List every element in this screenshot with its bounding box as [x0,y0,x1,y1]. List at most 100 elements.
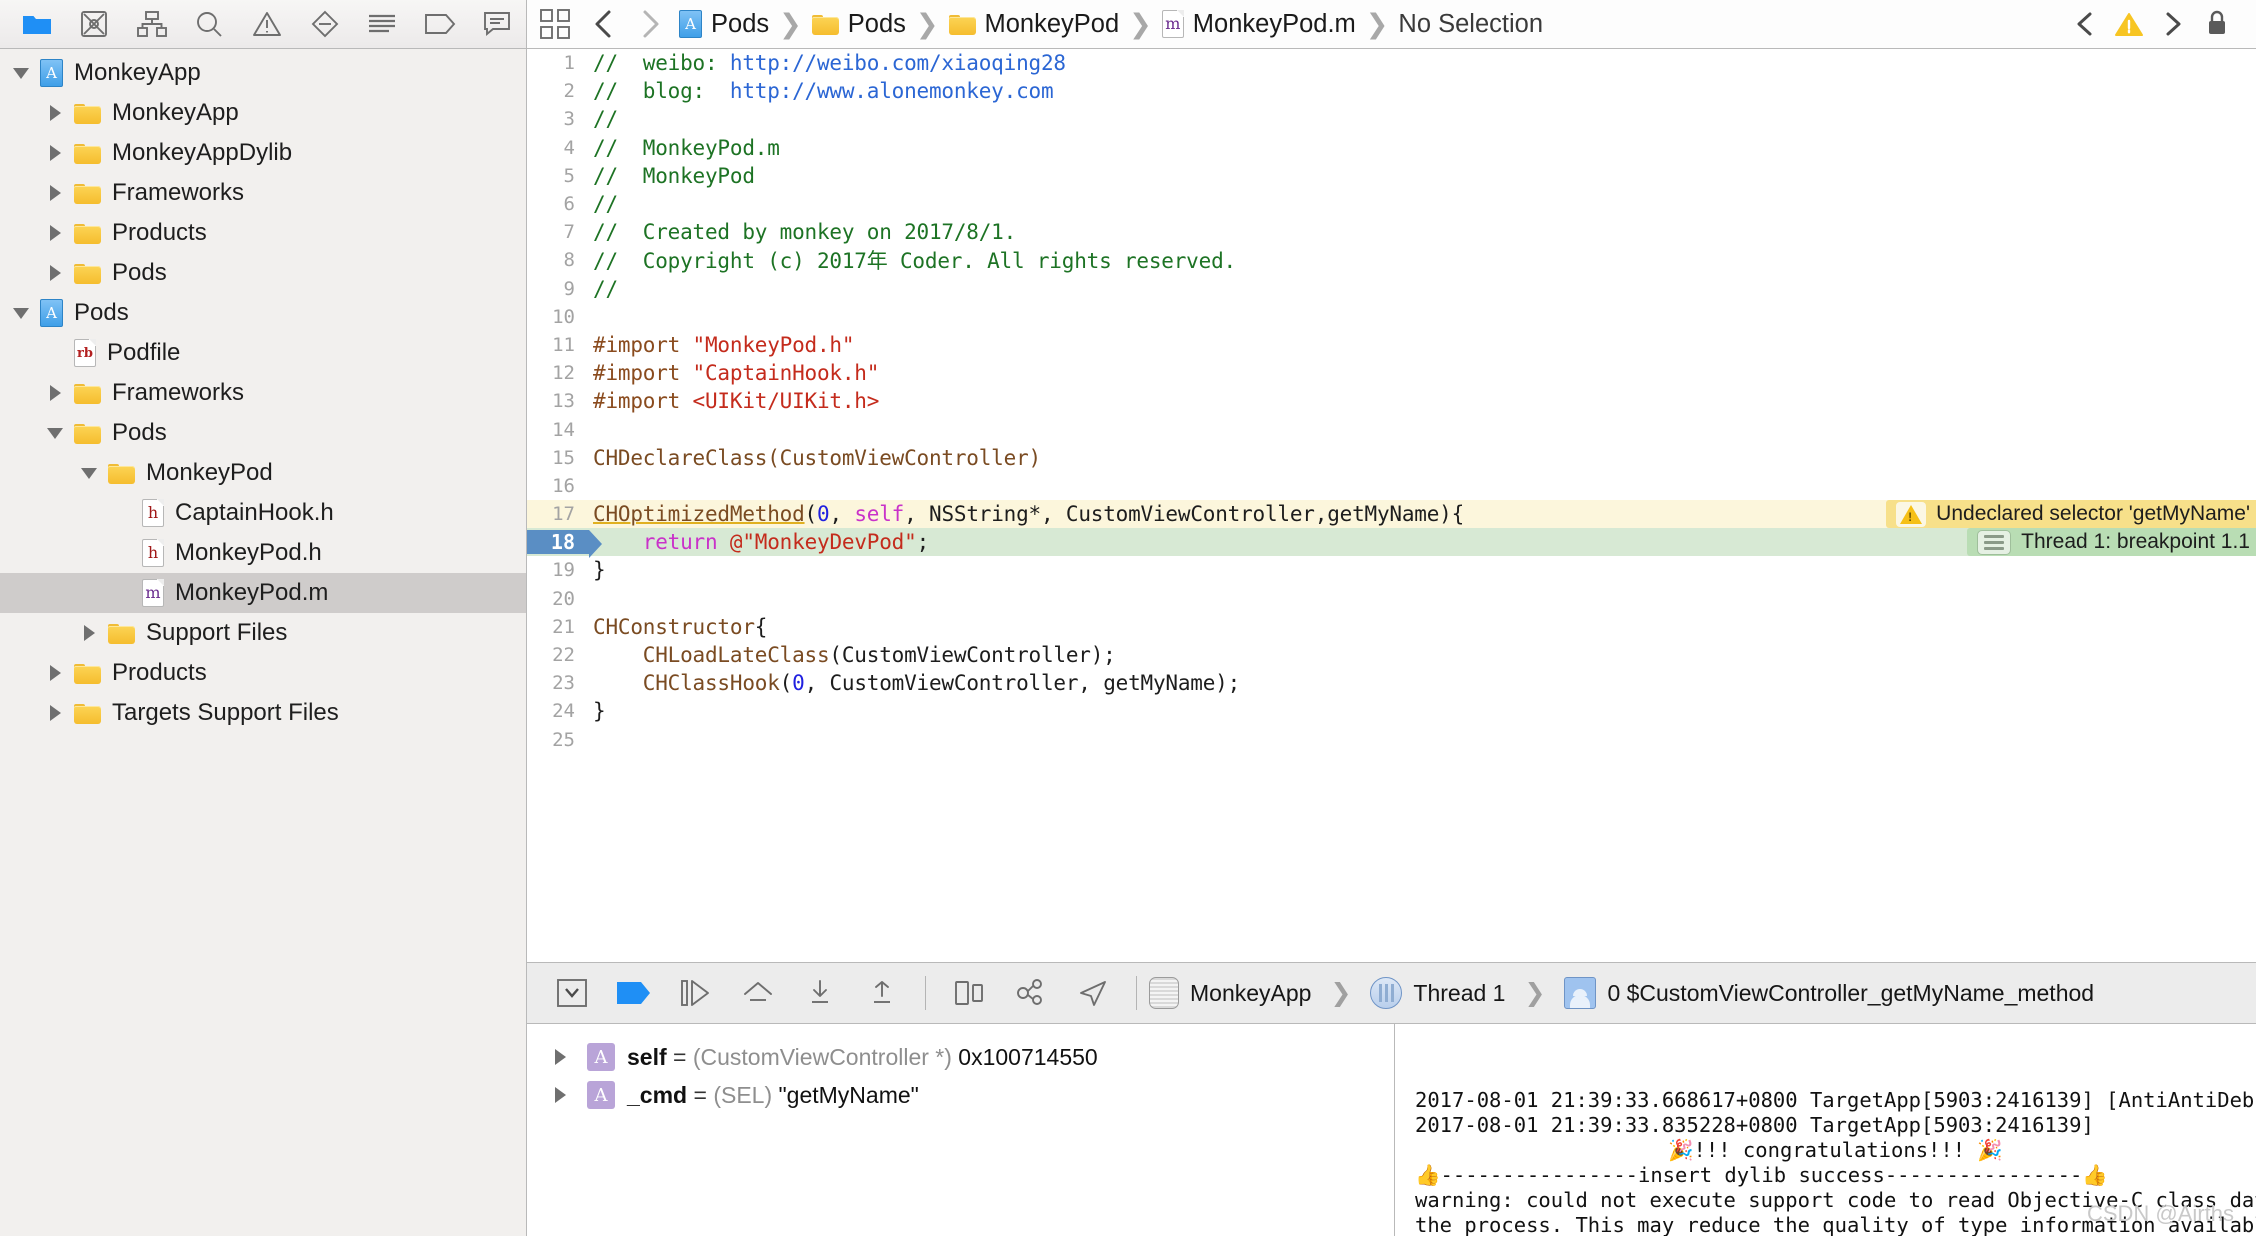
line-number[interactable]: 2 [527,80,589,102]
sidebar-item-support-files[interactable]: Support Files [0,613,526,653]
deactivate-breakpoints-icon[interactable] [603,970,665,1016]
line-number[interactable]: 4 [527,137,589,159]
code-line[interactable]: 13 #import <UIKit/UIKit.h> [527,387,2256,415]
code-line[interactable]: 15 CHDeclareClass(CustomViewController) [527,444,2256,472]
code-line[interactable]: 18 return @"MonkeyDevPod"; Thread 1: brea… [527,528,2256,559]
line-number[interactable]: 11 [527,334,589,356]
disclosure-triangle-icon[interactable] [8,67,34,79]
test-navigator-icon[interactable] [296,3,354,45]
code-line[interactable]: 8// Copyright (c) 2017年 Coder. All right… [527,246,2256,274]
simulate-location-icon[interactable] [1062,970,1124,1016]
breakpoint-navigator-icon[interactable] [411,3,469,45]
code-line[interactable]: 16 [527,472,2256,500]
line-number[interactable]: 10 [527,306,589,328]
code-line[interactable]: 2// blog: http://www.alonemonkey.com [527,77,2256,105]
sidebar-item-pods[interactable]: Pods [0,253,526,293]
warning-triangle-icon[interactable] [238,3,296,45]
line-number[interactable]: 13 [527,390,589,412]
source-editor[interactable]: 1// weibo: http://weibo.com/xiaoqing28 2/… [527,49,2256,962]
line-number[interactable]: 16 [527,475,589,497]
breadcrumb-item-selection[interactable]: No Selection [1394,10,1547,39]
folder-icon[interactable] [8,3,66,45]
next-issue-chevron-icon[interactable] [2152,3,2194,45]
disclosure-triangle-icon[interactable] [42,145,68,161]
line-number[interactable]: 25 [527,729,589,751]
debug-view-hierarchy-icon[interactable] [938,970,1000,1016]
console-output[interactable]: 2017-08-01 21:39:33.668617+0800 TargetAp… [1395,1024,2256,1236]
disclosure-triangle-icon[interactable] [76,625,102,641]
line-number[interactable]: 14 [527,419,589,441]
continue-program-icon[interactable] [665,970,727,1016]
sidebar-item-products[interactable]: Products [0,653,526,693]
code-line[interactable]: 14 [527,415,2256,443]
line-number[interactable]: 19 [527,559,589,581]
code-line[interactable]: 6// [527,190,2256,218]
code-line[interactable]: 25 [527,726,2256,754]
disclosure-triangle-icon[interactable] [42,105,68,121]
warning-triangle-icon[interactable] [2108,3,2150,45]
line-number[interactable]: 6 [527,193,589,215]
sidebar-item-monkeypod-m[interactable]: m MonkeyPod.m [0,573,526,613]
disclosure-triangle-icon[interactable] [42,705,68,721]
search-icon[interactable] [181,3,239,45]
disclosure-triangle-icon[interactable] [42,665,68,681]
sidebar-item-captainhook-h[interactable]: h CaptainHook.h [0,493,526,533]
code-line[interactable]: 7// Created by monkey on 2017/8/1. [527,218,2256,246]
code-line[interactable]: 17 CHOptimizedMethod(0, self, NSString*, … [527,500,2256,529]
report-navigator-icon[interactable] [469,3,527,45]
disclosure-triangle-icon[interactable] [42,427,68,439]
code-line[interactable]: 20 [527,585,2256,613]
sidebar-item-pods[interactable]: Pods [0,293,526,333]
sidebar-item-frameworks[interactable]: Frameworks [0,173,526,213]
line-number[interactable]: 20 [527,588,589,610]
code-line[interactable]: 19} [527,556,2256,584]
breadcrumb-item-pods-group[interactable]: Pods [808,10,910,39]
step-into-icon[interactable] [789,970,851,1016]
variable-row[interactable]: Aself = (CustomViewController *) 0x10071… [545,1038,1394,1076]
code-line[interactable]: 23 CHClassHook(0, CustomViewController, … [527,669,2256,697]
variables-view[interactable]: Aself = (CustomViewController *) 0x10071… [527,1024,1395,1236]
line-number[interactable]: 8 [527,249,589,271]
line-number[interactable]: 1 [527,52,589,74]
line-number[interactable]: 5 [527,165,589,187]
step-out-icon[interactable] [851,970,913,1016]
disclosure-triangle-icon[interactable] [545,1049,575,1065]
disclosure-triangle-icon[interactable] [8,307,34,319]
debug-memory-graph-icon[interactable] [1000,970,1062,1016]
sidebar-item-monkeyapp[interactable]: MonkeyApp [0,93,526,133]
code-line[interactable]: 10 [527,303,2256,331]
line-number[interactable]: 23 [527,672,589,694]
disclosure-triangle-icon[interactable] [42,385,68,401]
symbol-navigator-icon[interactable] [123,3,181,45]
disclosure-triangle-icon[interactable] [42,265,68,281]
line-number[interactable]: 15 [527,447,589,469]
debug-navigator-icon[interactable] [353,3,411,45]
line-number[interactable]: 24 [527,700,589,722]
line-number[interactable]: 12 [527,362,589,384]
issue-annotation[interactable]: Undeclared selector 'getMyName' [1886,500,2256,529]
line-number[interactable]: 7 [527,221,589,243]
lock-icon[interactable] [2196,3,2238,45]
disclosure-triangle-icon[interactable] [42,225,68,241]
prev-issue-chevron-icon[interactable] [2064,3,2106,45]
code-line[interactable]: 4// MonkeyPod.m [527,134,2256,162]
sidebar-item-podfile[interactable]: rb Podfile [0,333,526,373]
variable-row[interactable]: A _cmd = (SEL) "getMyName" [545,1076,1394,1114]
line-number[interactable]: 22 [527,644,589,666]
related-items-icon[interactable] [531,3,579,45]
line-number[interactable]: 17 [527,503,589,525]
hide-debug-area-icon[interactable] [541,970,603,1016]
sidebar-item-monkeypod[interactable]: MonkeyPod [0,453,526,493]
code-line[interactable]: 5// MonkeyPod [527,162,2256,190]
debug-breadcrumb-thread[interactable]: Thread 1 [1413,980,1505,1007]
forward-chevron-icon[interactable] [627,3,675,45]
code-line[interactable]: 22 CHLoadLateClass(CustomViewController)… [527,641,2256,669]
disclosure-triangle-icon[interactable] [76,467,102,479]
code-line[interactable]: 1// weibo: http://weibo.com/xiaoqing28 [527,49,2256,77]
sidebar-item-pods[interactable]: Pods [0,413,526,453]
project-navigator[interactable]: MonkeyApp MonkeyApp MonkeyAppDylib Framewor… [0,49,527,1236]
code-line[interactable]: 3// [527,105,2256,133]
sidebar-item-products[interactable]: Products [0,213,526,253]
disclosure-triangle-icon[interactable] [42,185,68,201]
line-number[interactable]: 18 [527,530,602,559]
